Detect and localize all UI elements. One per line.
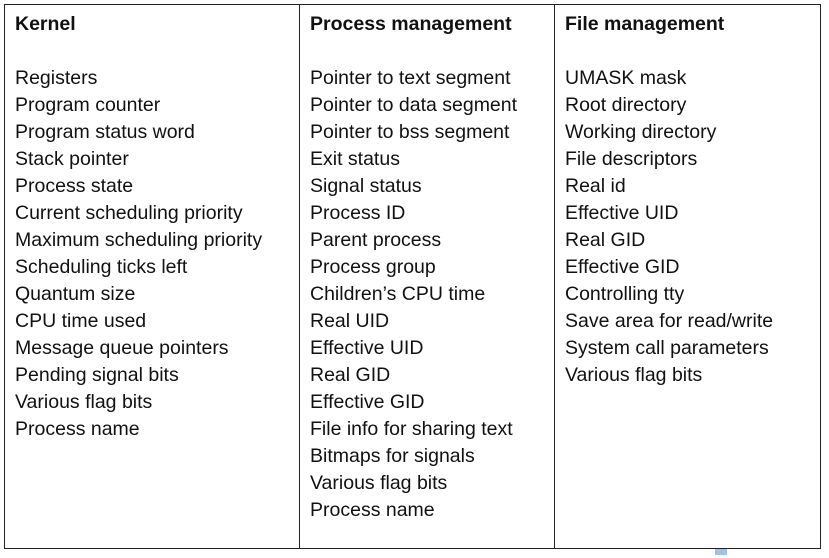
- field-item: Save area for read/write: [565, 310, 774, 332]
- field-item: Root directory: [565, 94, 687, 116]
- field-item: Process name: [15, 418, 140, 440]
- field-item: Registers: [15, 67, 98, 89]
- field-item: Maximum scheduling priority: [15, 229, 263, 251]
- field-item: Current scheduling priority: [15, 202, 243, 224]
- field-item: Program counter: [15, 94, 161, 116]
- field-item: CPU time used: [15, 310, 147, 332]
- field-item: Quantum size: [15, 283, 136, 305]
- process-management-column: Process management Pointer to text segme…: [299, 5, 554, 548]
- field-item: Effective UID: [565, 202, 679, 224]
- column-header-file-management: File management: [565, 13, 725, 35]
- field-item: File info for sharing text: [310, 418, 513, 440]
- field-item: Signal status: [310, 175, 422, 197]
- field-item: Program status word: [15, 121, 195, 143]
- field-item: Working directory: [565, 121, 717, 143]
- process-management-field-list: Pointer to text segment Pointer to data s…: [310, 65, 554, 524]
- field-item: Various flag bits: [310, 472, 448, 494]
- corner-mark: [715, 549, 727, 555]
- field-item: Various flag bits: [15, 391, 153, 413]
- field-item: Process name: [310, 499, 435, 521]
- field-item: Real UID: [310, 310, 390, 332]
- field-item: Effective UID: [310, 337, 424, 359]
- field-item: Various flag bits: [565, 364, 703, 386]
- field-item: Pointer to data segment: [310, 94, 518, 116]
- process-table: Kernel Registers Program counter Program s…: [4, 4, 821, 549]
- field-item: Process state: [15, 175, 134, 197]
- file-management-field-list: UMASK mask Root directory Working director…: [565, 65, 820, 389]
- field-item: Process group: [310, 256, 436, 278]
- field-item: Real GID: [310, 364, 391, 386]
- field-item: Pointer to bss segment: [310, 121, 510, 143]
- field-item: Effective GID: [310, 391, 425, 413]
- field-item: Exit status: [310, 148, 400, 170]
- field-item: System call parameters: [565, 337, 769, 359]
- field-item: Message queue pointers: [15, 337, 229, 359]
- column-header-kernel: Kernel: [15, 13, 76, 35]
- column-header-process-management: Process management: [310, 13, 512, 35]
- field-item: Real id: [565, 175, 626, 197]
- kernel-column: Kernel Registers Program counter Program s…: [5, 5, 299, 548]
- field-item: Stack pointer: [15, 148, 129, 170]
- field-item: Pointer to text segment: [310, 67, 511, 89]
- field-item: Parent process: [310, 229, 442, 251]
- file-management-column: File management UMASK mask Root directory…: [554, 5, 820, 548]
- field-item: File descriptors: [565, 148, 698, 170]
- field-item: Effective GID: [565, 256, 680, 278]
- field-item: Process ID: [310, 202, 406, 224]
- field-item: Pending signal bits: [15, 364, 179, 386]
- field-item: Bitmaps for signals: [310, 445, 475, 467]
- kernel-field-list: Registers Program counter Program status w…: [15, 65, 299, 443]
- field-item: Controlling tty: [565, 283, 685, 305]
- field-item: Children’s CPU time: [310, 283, 486, 305]
- field-item: Real GID: [565, 229, 646, 251]
- field-item: Scheduling ticks left: [15, 256, 188, 278]
- field-item: UMASK mask: [565, 67, 687, 89]
